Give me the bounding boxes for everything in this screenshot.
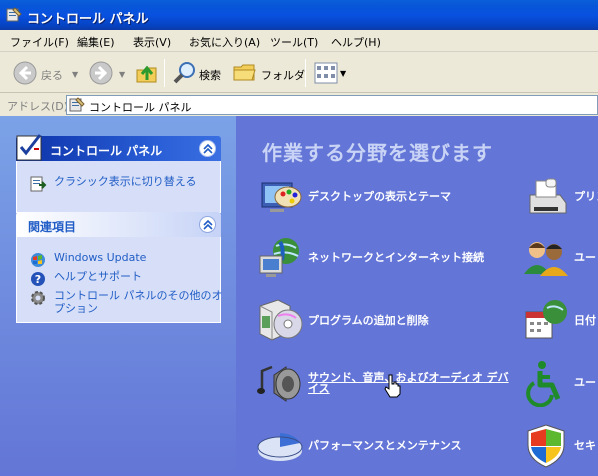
windows-update-icon (31, 253, 45, 267)
appearance-icon (261, 182, 302, 212)
accessibility-icon (526, 361, 561, 407)
category-user-accounts[interactable]: ユー (522, 234, 598, 282)
hand-cursor-icon (384, 374, 401, 398)
category-network-internet[interactable]: ネットワークとインターネット接続 (256, 234, 506, 282)
link-label: Windows Update (54, 251, 147, 264)
collapse-button[interactable] (199, 140, 216, 157)
menu-tools[interactable]: ツール(T) (270, 34, 318, 50)
category-accessibility[interactable]: ユー (522, 359, 598, 407)
back-label: 戻る (41, 69, 63, 82)
folders-button[interactable]: フォルダ (232, 58, 305, 88)
back-button[interactable]: 戻る (8, 58, 68, 88)
page-heading: 作業する分野を選びます (262, 141, 493, 165)
link-label: ヘルプとサポート (54, 270, 142, 283)
category-label: プリン (574, 190, 598, 203)
panel-title: コントロール パネル (50, 144, 163, 158)
back-arrow-icon (13, 61, 37, 85)
address-label: アドレス(D) (7, 100, 69, 113)
up-button[interactable] (134, 58, 160, 88)
category-label: ユー (574, 251, 596, 264)
task-pane: コントロール パネル クラシック表示に切り替える 関連項目 Windows Up… (0, 116, 236, 476)
menu-file[interactable]: ファイル(F) (10, 34, 69, 50)
collapse-button[interactable] (199, 216, 216, 233)
category-security-center[interactable]: セキ (522, 421, 598, 469)
related-topics-body: Windows Update ? ヘルプとサポート コントロール パネルのその他… (16, 237, 223, 323)
control-panel-panel-header[interactable]: コントロール パネル (16, 134, 221, 161)
toolbar: 戻る ▼ ▼ 検索 フォルダ ▼ (0, 53, 598, 93)
category-performance-maintenance[interactable]: パフォーマンスとメンテナンス (256, 421, 506, 469)
toolbar-separator (305, 59, 306, 87)
views-button[interactable]: ▼ (312, 58, 348, 88)
address-bar: アドレス(D) コントロール パネル (0, 94, 598, 116)
help-icon: ? (31, 272, 45, 286)
gear-icon (31, 291, 45, 305)
panel-title: 関連項目 (28, 220, 77, 234)
category-label: プログラムの追加と削除 (308, 314, 429, 327)
control-panel-checklist-icon (16, 134, 42, 161)
address-input[interactable]: コントロール パネル (66, 95, 598, 115)
network-icon (259, 238, 299, 277)
category-label-line2: イス (308, 382, 330, 395)
search-icon (173, 62, 195, 84)
search-button[interactable]: 検索 (170, 58, 228, 88)
category-label: サウンド、音声、およびオーディオ デバ (308, 371, 509, 384)
window-title: コントロール パネル (27, 12, 149, 27)
menu-favorites[interactable]: お気に入り(A) (189, 34, 260, 50)
task-label: クラシック表示に切り替える (54, 175, 197, 188)
folders-icon (233, 64, 256, 81)
category-add-remove-programs[interactable]: プログラムの追加と削除 (256, 296, 506, 344)
category-date-time[interactable]: 日付 (522, 296, 598, 344)
sound-icon (257, 365, 301, 402)
search-label: 検索 (199, 69, 221, 82)
performance-icon (257, 433, 303, 461)
category-label: ユー (574, 376, 596, 389)
add-remove-programs-icon (259, 299, 303, 341)
forward-button[interactable] (86, 58, 116, 88)
views-dropdown-icon: ▼ (340, 69, 347, 78)
category-label: ネットワークとインターネット接続 (308, 251, 484, 264)
related-topics-header[interactable]: 関連項目 (16, 212, 221, 237)
switch-view-icon (30, 176, 47, 192)
date-time-icon (525, 300, 567, 339)
control-panel-icon (6, 7, 22, 22)
control-panel-panel-body: クラシック表示に切り替える (16, 161, 221, 213)
category-label: 日付 (574, 314, 596, 327)
svg-text:?: ? (35, 273, 41, 286)
forward-arrow-icon (89, 61, 113, 85)
menu-help[interactable]: ヘルプ(H) (331, 34, 381, 50)
users-icon (524, 242, 568, 276)
folders-label: フォルダ (261, 69, 305, 82)
menu-bar: ファイル(F) 編集(E) 表示(V) お気に入り(A) ツール(T) ヘルプ(… (0, 30, 598, 52)
menu-edit[interactable]: 編集(E) (77, 34, 115, 50)
category-label: セキ (574, 439, 596, 452)
views-icon (314, 62, 338, 84)
address-value: コントロール パネル (89, 101, 192, 114)
printer-icon (529, 178, 567, 214)
forward-dropdown-icon[interactable]: ▼ (119, 70, 125, 79)
chevron-up-icon (203, 143, 213, 154)
chevron-up-icon (203, 219, 213, 230)
back-dropdown-icon[interactable]: ▼ (72, 70, 78, 79)
category-label: デスクトップの表示とテーマ (308, 190, 451, 203)
title-bar[interactable]: コントロール パネル (0, 0, 598, 30)
link-label: コントロール パネルのその他のオ (54, 289, 223, 302)
folder-up-icon (136, 65, 157, 83)
control-panel-icon (69, 97, 85, 112)
link-label-line2: プション (54, 302, 98, 315)
category-printers[interactable]: プリン (522, 173, 598, 221)
menu-view[interactable]: 表示(V) (133, 34, 171, 50)
category-appearance-themes[interactable]: デスクトップの表示とテーマ (256, 173, 506, 221)
category-view: 作業する分野を選びます デスクトップの表示とテーマ ネットワークとインターネット… (236, 116, 598, 476)
security-shield-icon (527, 424, 565, 468)
toolbar-separator (164, 59, 165, 87)
category-label: パフォーマンスとメンテナンス (308, 439, 462, 452)
